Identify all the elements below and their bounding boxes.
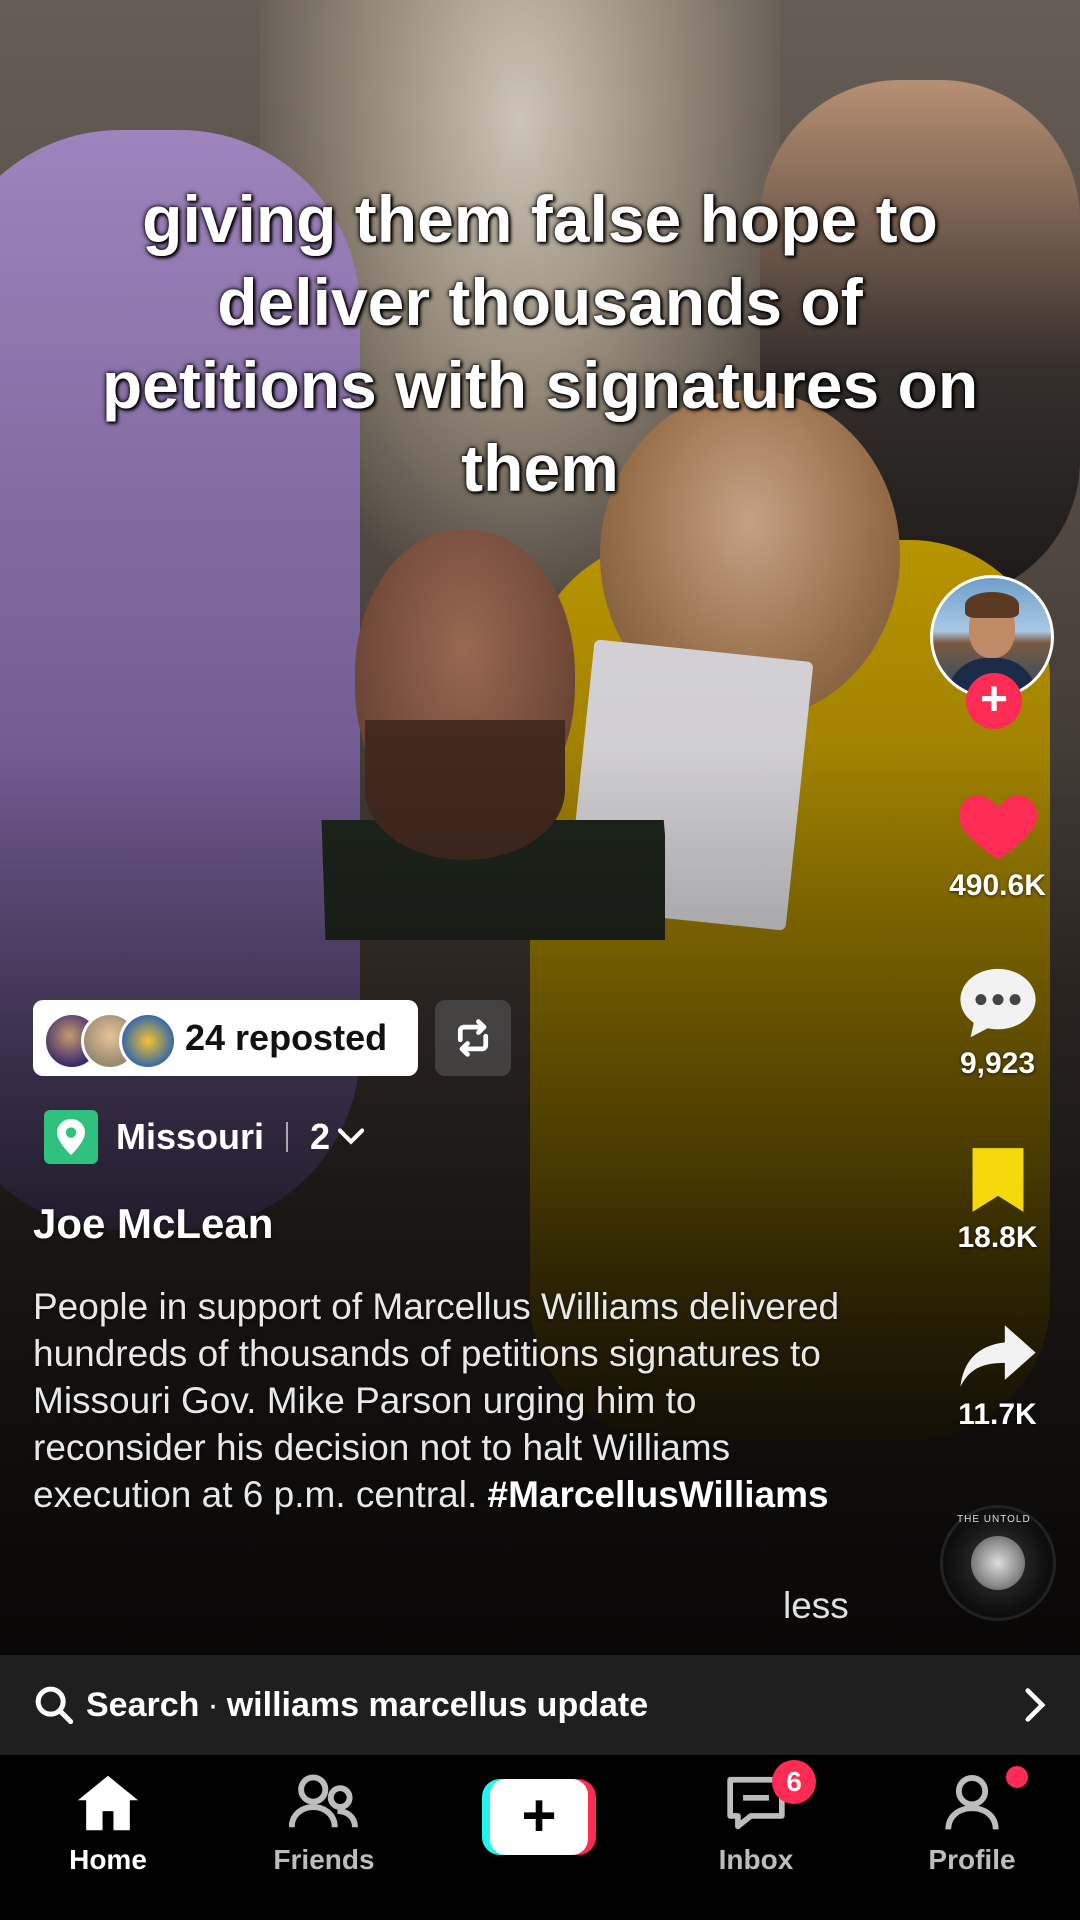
chevron-down-icon [338, 1128, 365, 1145]
creator-avatar[interactable]: + [930, 575, 1054, 729]
tab-label: Inbox [718, 1844, 794, 1875]
tab-label: Friends [273, 1844, 375, 1875]
profile-icon [945, 1775, 999, 1830]
home-icon [78, 1775, 138, 1831]
location-divider [286, 1122, 289, 1152]
video-description: People in support of Marcellus Williams … [33, 1283, 863, 1518]
like-button[interactable]: 490.6K [930, 785, 1065, 903]
comment-button[interactable]: 9,923 [930, 965, 1065, 1081]
follow-button[interactable]: + [966, 673, 1022, 729]
reposted-chip[interactable]: 24 reposted [33, 1000, 418, 1076]
music-disc-art [971, 1536, 1025, 1590]
tab-label: Profile [928, 1844, 1016, 1875]
search-icon [35, 1686, 74, 1725]
video-caption: giving them false hope to deliver thousa… [101, 182, 979, 505]
save-button[interactable]: 18.8K [930, 1145, 1065, 1255]
hashtag-link[interactable]: #MarcellusWilliams [488, 1474, 829, 1515]
location-tag[interactable]: Missouri 2 [44, 1110, 365, 1164]
save-count: 18.8K [957, 1221, 1038, 1254]
like-count: 490.6K [949, 869, 1046, 902]
less-button[interactable]: less [783, 1585, 849, 1627]
repost-icon [457, 1019, 489, 1057]
search-label: Search [86, 1685, 200, 1724]
chevron-right-icon [1025, 1688, 1046, 1722]
share-arrow-icon [959, 1325, 1036, 1387]
location-pin-icon [44, 1110, 98, 1164]
reposter-avatar [119, 1012, 177, 1070]
reposted-label: 24 reposted [185, 1017, 388, 1058]
location-name: Missouri [116, 1116, 265, 1157]
profile-notification-dot [1006, 1766, 1028, 1788]
create-icon: + [490, 1779, 588, 1855]
inbox-badge: 6 [772, 1760, 816, 1804]
author-name[interactable]: Joe McLean [33, 1200, 273, 1248]
reposter-avatars [43, 1008, 177, 1070]
tab-label: Home [69, 1844, 147, 1875]
bookmark-icon [972, 1148, 1023, 1212]
heart-icon [958, 795, 1037, 860]
create-button[interactable]: + [482, 1779, 596, 1855]
search-query: williams marcellus update [226, 1685, 649, 1724]
tab-home[interactable]: Home [28, 1773, 188, 1876]
tab-friends[interactable]: Friends [244, 1773, 404, 1876]
search-suggestion-bar[interactable]: Search · williams marcellus update [0, 1655, 1080, 1755]
music-disc[interactable]: THE UNTOLD [940, 1505, 1056, 1621]
search-separator: · [207, 1685, 219, 1724]
share-button[interactable]: 11.7K [930, 1320, 1065, 1432]
repost-button[interactable] [435, 1000, 511, 1076]
comment-count: 9,923 [959, 1047, 1036, 1080]
share-count: 11.7K [958, 1398, 1037, 1431]
friends-icon [288, 1774, 358, 1828]
location-count: 2 [310, 1116, 331, 1157]
tab-profile[interactable]: Profile [892, 1773, 1052, 1876]
comment-icon [959, 968, 1036, 1038]
bottom-tab-bar: Home Friends + Inbox Profile [0, 1755, 1080, 1920]
